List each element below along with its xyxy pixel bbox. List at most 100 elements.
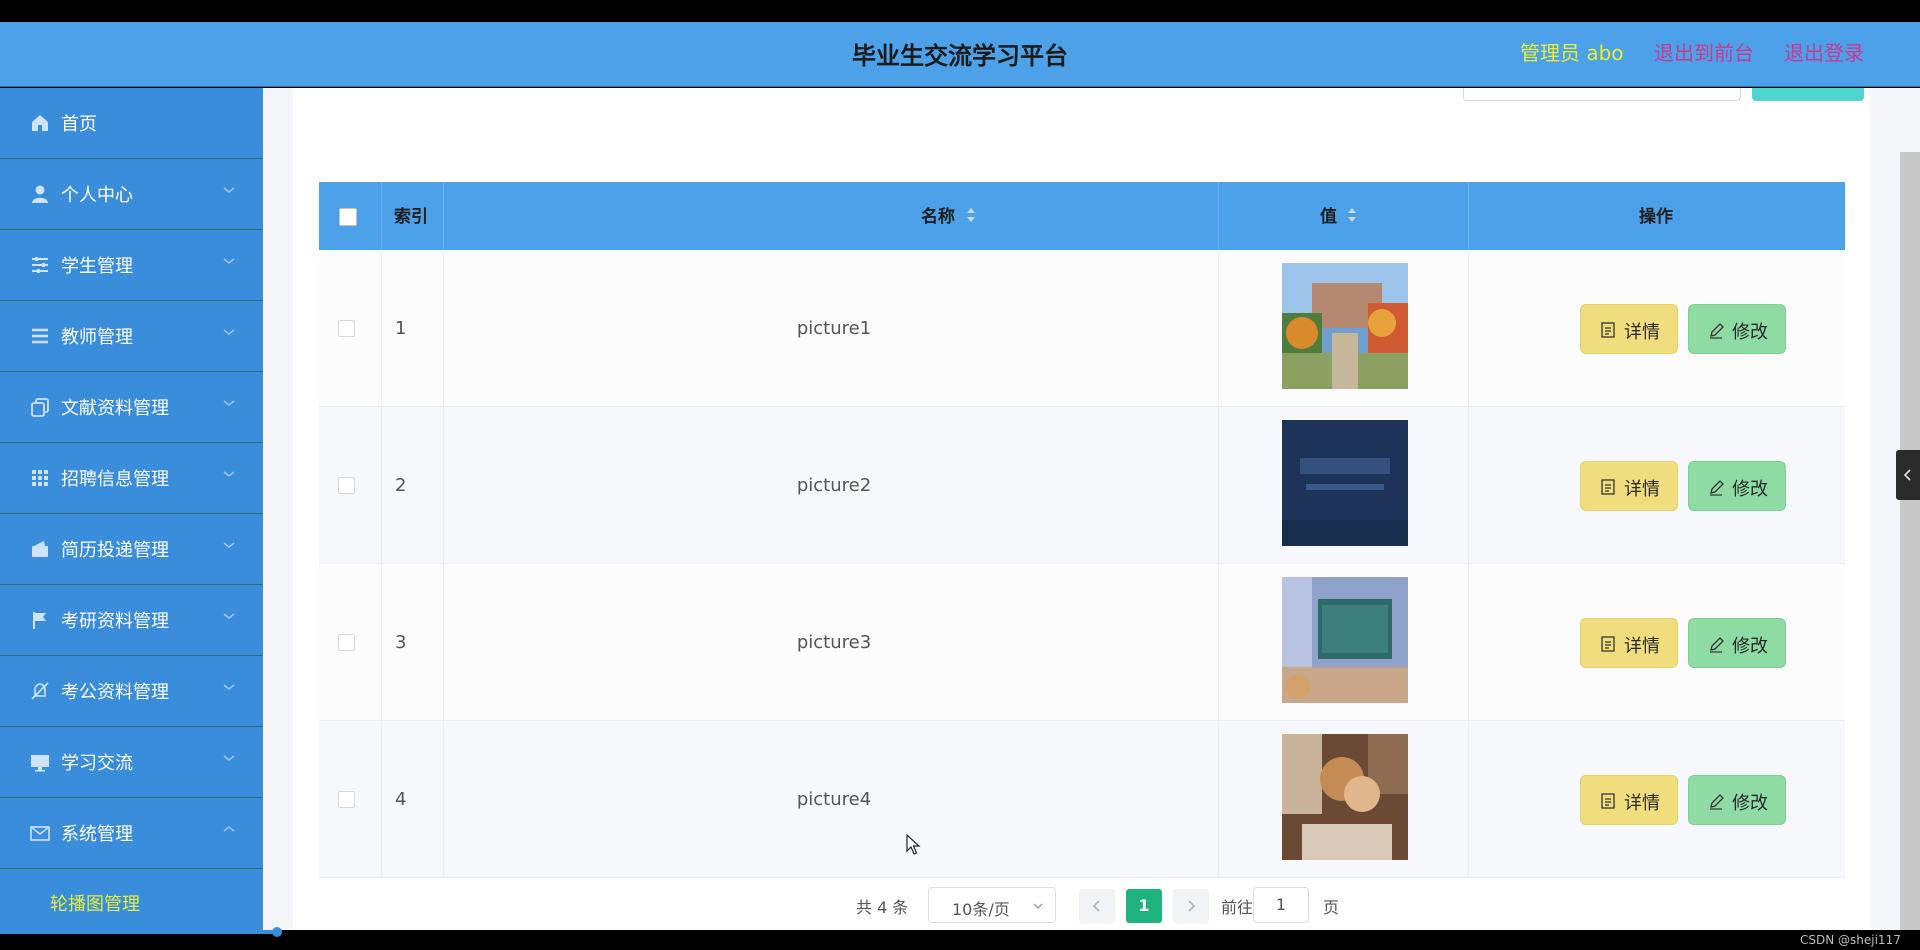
logout-link[interactable]: 退出登录 <box>1784 37 1864 66</box>
sidebar-item-label: 简历投递管理 <box>61 540 169 561</box>
cell-divider <box>382 721 444 878</box>
row-index: 3 <box>395 632 407 653</box>
exit-to-frontend-link[interactable]: 退出到前台 <box>1654 37 1754 66</box>
chevron-left-icon <box>1903 469 1911 481</box>
page-number-current[interactable]: 1 <box>1126 889 1162 923</box>
top-header: 毕业生交流学习平台 管理员 abo 退出到前台 退出登录 <box>0 22 1920 87</box>
pagination-total: 共 4 条 <box>856 898 909 917</box>
sort-icon[interactable] <box>1347 206 1357 224</box>
sidebar-item-postgrad-materials[interactable]: 考研资料管理 <box>0 585 263 656</box>
chevron-down-icon <box>223 471 235 477</box>
row-name: picture4 <box>796 789 872 810</box>
search-input[interactable] <box>1463 88 1741 101</box>
page-size-select[interactable]: 10条/页 <box>928 887 1056 923</box>
row-index: 1 <box>395 318 407 339</box>
chevron-down-icon <box>1033 903 1043 909</box>
header-select-all-cell <box>319 182 382 250</box>
sidebar-item-home[interactable]: 首页 <box>0 88 263 159</box>
chevron-down-icon <box>223 755 235 761</box>
edit-button[interactable]: 修改 <box>1688 618 1786 668</box>
classroom-photo-thumbnail[interactable] <box>1282 577 1408 703</box>
table-header: 索引 名称 值 操作 <box>319 182 1845 250</box>
detail-button-label: 详情 <box>1624 322 1660 343</box>
edit-button-label: 修改 <box>1732 793 1768 814</box>
header-value[interactable]: 值 <box>1219 182 1469 250</box>
scrollbar[interactable] <box>1900 152 1920 930</box>
header-name[interactable]: 名称 <box>444 182 1219 250</box>
screen: 毕业生交流学习平台 管理员 abo 退出到前台 退出登录 首页 个人中心 学生管… <box>0 0 1920 950</box>
edit-button[interactable]: 修改 <box>1688 461 1786 511</box>
next-page-button[interactable] <box>1173 889 1209 923</box>
mail-icon <box>30 826 50 841</box>
edit-button-label: 修改 <box>1732 479 1768 500</box>
mouse-cursor-icon <box>906 834 921 855</box>
edit-button[interactable]: 修改 <box>1688 304 1786 354</box>
side-panel-toggle[interactable] <box>1896 450 1920 500</box>
goto-page-input[interactable]: 1 <box>1253 887 1309 923</box>
document-icon <box>1601 636 1615 652</box>
goto-prefix: 前往 <box>1221 898 1254 917</box>
progress-bar <box>0 930 278 934</box>
row-checkbox[interactable] <box>338 477 355 494</box>
row-checkbox[interactable] <box>338 634 355 651</box>
header-name-label: 名称 <box>921 207 955 227</box>
sidebar-item-label: 文献资料管理 <box>61 398 169 419</box>
user-icon <box>32 185 48 203</box>
sidebar-subitem-label: 轮播图管理 <box>50 894 140 915</box>
admin-user-label: 管理员 abo <box>1520 41 1624 65</box>
row-name: picture3 <box>796 632 872 653</box>
row-checkbox[interactable] <box>338 791 355 808</box>
sidebar-item-label: 教师管理 <box>61 327 133 348</box>
document-icon <box>1601 322 1615 338</box>
header-action: 操作 <box>1469 182 1845 250</box>
detail-button[interactable]: 详情 <box>1580 618 1678 668</box>
chevron-down-icon <box>223 613 235 619</box>
sidebar-item-personal-center[interactable]: 个人中心 <box>0 159 263 230</box>
sidebar-item-student-management[interactable]: 学生管理 <box>0 230 263 301</box>
bottom-bar: CSDN @sheji117 <box>0 927 1920 950</box>
watermark: CSDN @sheji117 <box>1800 933 1901 947</box>
select-all-checkbox[interactable] <box>339 208 357 226</box>
document-icon <box>1601 793 1615 809</box>
detail-button[interactable]: 详情 <box>1580 461 1678 511</box>
edit-button[interactable]: 修改 <box>1688 775 1786 825</box>
page-size-value: 10条/页 <box>952 900 1010 919</box>
header-action-label: 操作 <box>1639 207 1673 227</box>
prev-page-button[interactable] <box>1079 889 1115 923</box>
sidebar-item-label: 个人中心 <box>61 185 133 206</box>
campus-photo-thumbnail[interactable] <box>1282 263 1408 389</box>
document-icon <box>1601 479 1615 495</box>
sidebar-subitem-carousel-management[interactable]: 轮播图管理 <box>0 878 263 930</box>
detail-button-label: 详情 <box>1624 793 1660 814</box>
row-checkbox[interactable] <box>338 320 355 337</box>
sidebar-item-resume-management[interactable]: 简历投递管理 <box>0 514 263 585</box>
table-row: 2 picture2 详情 修改 <box>319 407 1845 564</box>
row-name: picture1 <box>796 318 872 339</box>
home-icon <box>32 115 48 131</box>
progress-handle[interactable] <box>272 927 282 937</box>
bell-off-icon <box>31 682 49 700</box>
sidebar-item-literature-management[interactable]: 文献资料管理 <box>0 372 263 443</box>
sidebar-item-system-management[interactable]: 系统管理 <box>0 798 263 869</box>
sidebar-item-teacher-management[interactable]: 教师管理 <box>0 301 263 372</box>
chevron-down-icon <box>223 542 235 548</box>
pencil-icon <box>1710 480 1724 496</box>
grid-icon <box>32 470 48 486</box>
detail-button[interactable]: 详情 <box>1580 775 1678 825</box>
chevron-down-icon <box>223 400 235 406</box>
chevron-down-icon <box>223 187 235 193</box>
cell-divider <box>382 250 444 407</box>
edit-button-label: 修改 <box>1732 636 1768 657</box>
detail-button[interactable]: 详情 <box>1580 304 1678 354</box>
search-button[interactable] <box>1752 88 1864 101</box>
sidebar-item-recruitment-management[interactable]: 招聘信息管理 <box>0 443 263 514</box>
sidebar-item-label: 考公资料管理 <box>61 682 169 703</box>
sidebar-item-study-exchange[interactable]: 学习交流 <box>0 727 263 798</box>
chevron-right-icon <box>1188 900 1196 912</box>
sidebar-item-label: 学习交流 <box>61 753 133 774</box>
cell-divider <box>382 407 444 564</box>
sort-icon[interactable] <box>966 206 976 224</box>
dark-banner-thumbnail[interactable] <box>1282 420 1408 546</box>
sidebar-item-civil-service-materials[interactable]: 考公资料管理 <box>0 656 263 727</box>
students-photo-thumbnail[interactable] <box>1282 734 1408 860</box>
